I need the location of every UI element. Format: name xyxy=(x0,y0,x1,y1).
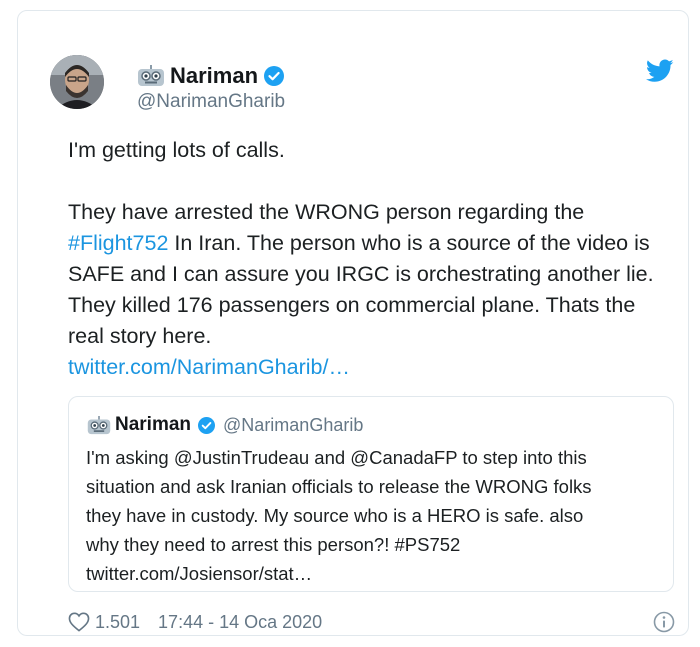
author-handle[interactable]: @NarimanGharib xyxy=(137,91,285,113)
tweet-paragraph: They have arrested the WRONG person rega… xyxy=(68,197,668,383)
quoted-line: I'm asking @JustinTrudeau and @CanadaFP … xyxy=(86,447,587,468)
like-count[interactable]: 1.501 xyxy=(95,612,140,633)
heart-icon[interactable] xyxy=(68,612,90,632)
hashtag-link[interactable]: #Flight752 xyxy=(68,231,168,255)
avatar[interactable] xyxy=(50,55,104,109)
tweet-url-link[interactable]: twitter.com/NarimanGharib/… xyxy=(68,355,350,379)
tweet-line1: I'm getting lots of calls. xyxy=(68,138,285,162)
info-icon[interactable] xyxy=(653,611,675,633)
robot-emoji-icon xyxy=(138,65,164,86)
tweet-card[interactable]: Nariman @NarimanGharib I'm getting lots … xyxy=(17,10,689,636)
robot-emoji-icon xyxy=(87,415,111,434)
author-row[interactable]: Nariman xyxy=(136,63,285,89)
quoted-line: they have in custody. My source who is a… xyxy=(86,505,584,526)
quoted-author-handle: @NarimanGharib xyxy=(223,414,364,435)
quoted-author-row: Nariman @NarimanGharib xyxy=(86,413,363,437)
tweet-text-a: They have arrested the WRONG person rega… xyxy=(68,200,585,224)
author-name[interactable]: Nariman xyxy=(170,63,258,89)
tweet-body: I'm getting lots of calls. They have arr… xyxy=(68,135,668,383)
quoted-line: situation and ask Iranian officials to r… xyxy=(86,476,592,497)
quoted-tweet[interactable]: Nariman @NarimanGharib I'm asking @Justi… xyxy=(68,396,674,592)
timestamp[interactable]: 17:44 - 14 Oca 2020 xyxy=(158,612,322,633)
avatar-image xyxy=(50,55,104,109)
tweet-footer: 1.501 17:44 - 14 Oca 2020 xyxy=(68,609,322,635)
quoted-text: I'm asking @JustinTrudeau and @CanadaFP … xyxy=(86,443,666,588)
twitter-bird-icon[interactable] xyxy=(646,59,674,83)
quoted-line: twitter.com/Josiensor/stat… xyxy=(86,563,313,584)
verified-badge-icon xyxy=(198,416,216,434)
quoted-line: why they need to arrest this person?! #P… xyxy=(86,534,461,555)
quoted-author-name: Nariman xyxy=(115,414,192,435)
verified-badge-icon xyxy=(264,66,285,86)
